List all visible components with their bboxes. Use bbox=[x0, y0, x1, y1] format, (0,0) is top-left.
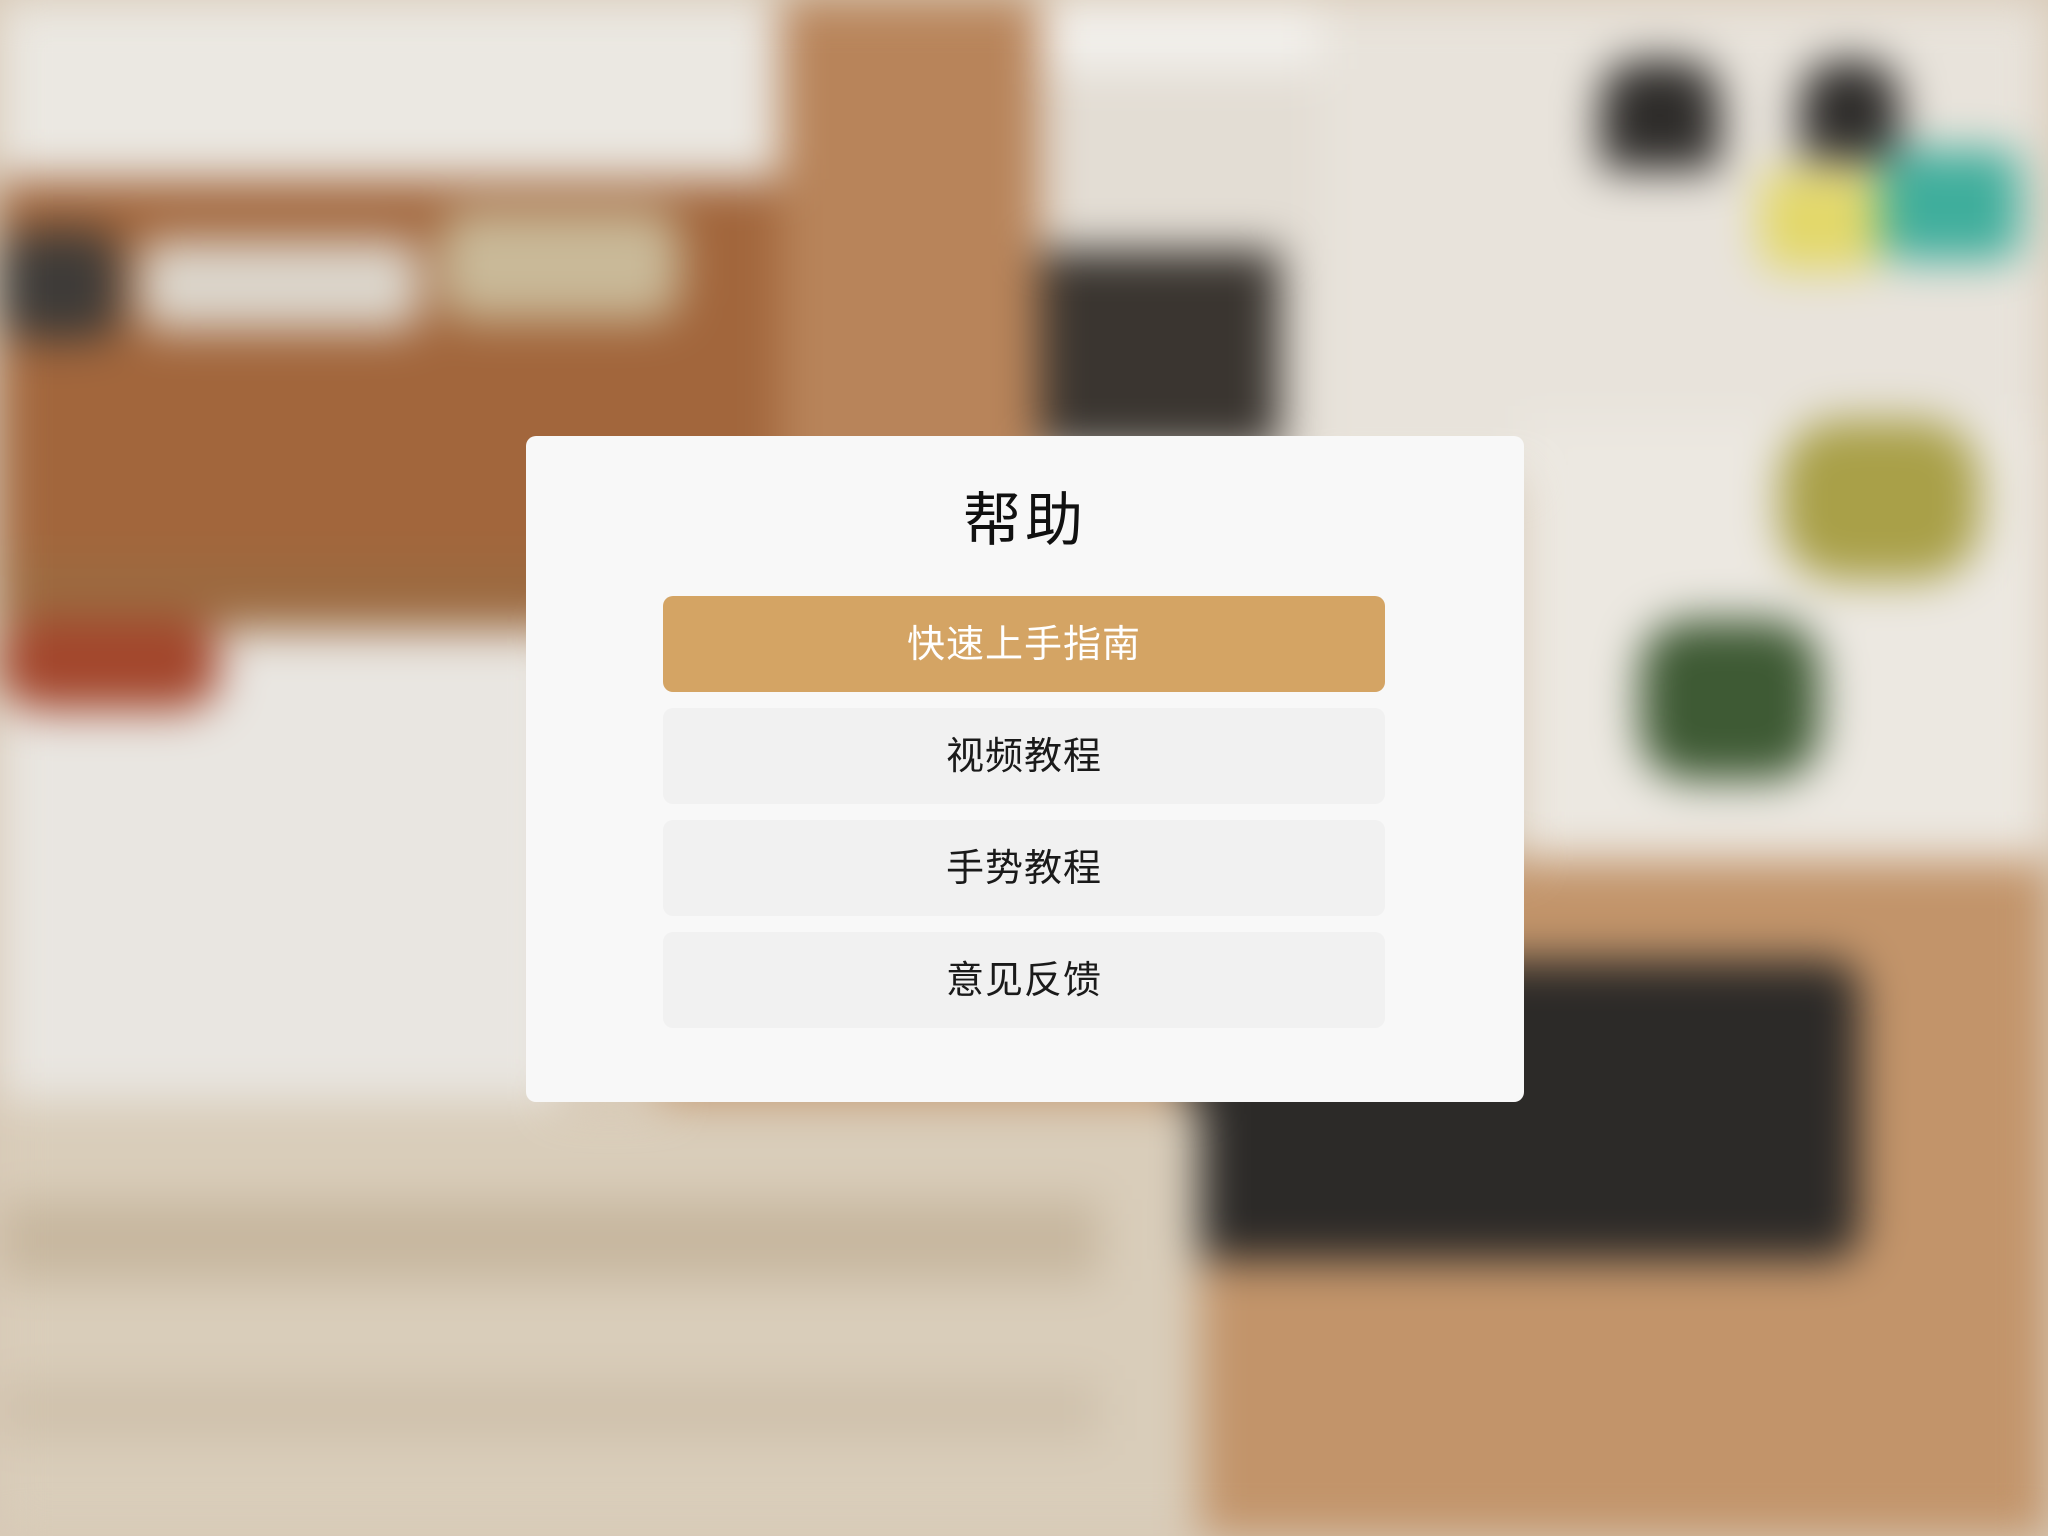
background-scene: 帮助 快速上手指南 视频教程 手势教程 意见反馈 bbox=[0, 0, 2048, 1536]
help-dialog: 帮助 快速上手指南 视频教程 手势教程 意见反馈 bbox=[526, 436, 1524, 1102]
gesture-tutorial-button[interactable]: 手势教程 bbox=[663, 820, 1385, 916]
dialog-title: 帮助 bbox=[962, 486, 1087, 554]
video-tutorial-button[interactable]: 视频教程 bbox=[663, 708, 1385, 804]
quick-start-guide-button[interactable]: 快速上手指南 bbox=[663, 596, 1385, 692]
feedback-button[interactable]: 意见反馈 bbox=[663, 932, 1385, 1028]
